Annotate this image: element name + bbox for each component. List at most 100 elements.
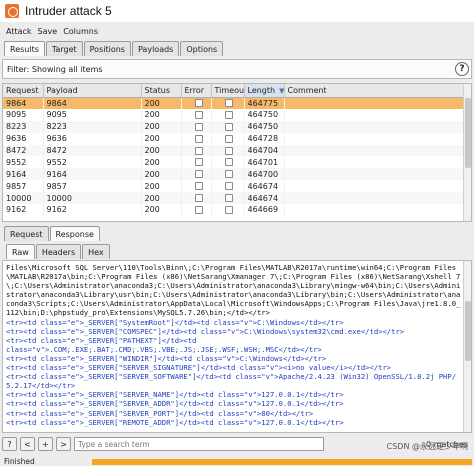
table-row[interactable]: 9864 9864 200 464775 [3, 97, 466, 109]
table-row[interactable]: 9552 9552 200 464701 [3, 156, 466, 169]
status-text: Finished [4, 456, 35, 466]
table-cell-status: 200 [141, 132, 182, 145]
error-checkbox [194, 146, 203, 155]
menu-save[interactable]: Save [38, 27, 58, 36]
table-cell-comment [284, 180, 466, 193]
response-scroll-thumb[interactable] [465, 301, 471, 361]
table-cell-length: 464750 [244, 108, 285, 121]
tab-raw[interactable]: Raw [6, 244, 35, 259]
column-header-timeout[interactable]: Timeout [211, 84, 245, 98]
timeout-cell [211, 120, 245, 133]
table-cell-request: 8223 [3, 120, 44, 133]
timeout-checkbox [224, 99, 233, 108]
search-help-button[interactable]: ? [2, 437, 17, 451]
timeout-cell [211, 204, 245, 216]
filter-text: Filter: Showing all items [7, 64, 103, 74]
results-scrollbar[interactable] [463, 84, 471, 221]
menu-bar: Attack Save Columns [0, 24, 98, 38]
response-raw-text[interactable]: Files\Microsoft SQL Server\110\Tools\Bin… [3, 261, 471, 427]
results-table: Request Payload Status Error Timeout Len… [2, 83, 472, 222]
table-cell-payload: 8472 [43, 144, 142, 157]
error-checkbox [194, 205, 203, 214]
tab-payloads[interactable]: Payloads [131, 41, 180, 56]
column-header-payload[interactable]: Payload [43, 84, 142, 98]
response-body[interactable]: Files\Microsoft SQL Server\110\Tools\Bin… [2, 260, 472, 433]
table-row[interactable]: 9095 9095 200 464750 [3, 108, 466, 121]
table-row[interactable]: 8223 8223 200 464750 [3, 120, 466, 133]
table-header-row: Request Payload Status Error Timeout Len… [3, 84, 466, 98]
search-add-button[interactable]: + [38, 437, 53, 451]
intruder-window: Intruder attack 5 Attack Save Columns Re… [0, 0, 474, 466]
table-cell-length: 464674 [244, 180, 285, 193]
table-cell-payload: 9164 [43, 168, 142, 181]
results-scroll-thumb[interactable] [465, 98, 471, 168]
timeout-cell [211, 168, 245, 181]
error-cell [181, 204, 212, 216]
tab-positions[interactable]: Positions [83, 41, 131, 56]
column-header-status[interactable]: Status [141, 84, 182, 98]
tab-results[interactable]: Results [4, 41, 45, 56]
response-line: class="v">.COM;.EXE;.BAT;.CMD;.VBS;.VBE;… [6, 344, 322, 354]
table-cell-status: 200 [141, 144, 182, 157]
table-cell-status: 200 [141, 156, 182, 169]
table-cell-request: 9162 [3, 204, 44, 216]
table-cell-request: 8472 [3, 144, 44, 157]
timeout-cell [211, 144, 245, 157]
timeout-checkbox [224, 122, 233, 131]
table-cell-comment [284, 120, 466, 133]
response-scrollbar[interactable] [463, 261, 471, 432]
tab-response[interactable]: Response [49, 226, 100, 241]
table-row[interactable]: 9636 9636 200 464728 [3, 132, 466, 145]
sort-descending-icon: ▼ [279, 86, 284, 95]
timeout-cell [211, 132, 245, 145]
timeout-cell [211, 180, 245, 193]
table-cell-status: 200 [141, 97, 182, 109]
request-response-tabs: Request Response [4, 226, 100, 241]
table-row[interactable]: 9857 9857 200 464674 [3, 180, 466, 193]
response-line: <tr><td class="e">_SERVER["SERVER_NAME"]… [6, 390, 344, 400]
table-cell-length: 464750 [244, 120, 285, 133]
tab-options[interactable]: Options [180, 41, 224, 56]
search-next-button[interactable]: > [56, 437, 71, 451]
menu-attack[interactable]: Attack [6, 27, 32, 36]
error-cell [181, 108, 212, 121]
error-checkbox [194, 122, 203, 131]
window-title: Intruder attack 5 [25, 4, 112, 18]
table-cell-length: 464704 [244, 144, 285, 157]
column-header-length[interactable]: Length ▼ [244, 84, 285, 98]
search-input[interactable] [74, 437, 324, 451]
attack-progress-bar [92, 459, 472, 465]
timeout-checkbox [224, 146, 233, 155]
table-cell-request: 10000 [3, 192, 44, 205]
table-row[interactable]: 9164 9164 200 464700 [3, 168, 466, 181]
column-header-error[interactable]: Error [181, 84, 212, 98]
table-row[interactable]: 10000 10000 200 464674 [3, 192, 466, 205]
attack-progress-fill [92, 459, 472, 465]
table-cell-payload: 8223 [43, 120, 142, 133]
timeout-checkbox [224, 170, 233, 179]
table-cell-comment [284, 192, 466, 205]
response-line: <tr><td class="e">_SERVER["SERVER_SIGNAT… [6, 363, 392, 373]
view-tabs: Raw Headers Hex [6, 244, 110, 259]
table-cell-payload: 9857 [43, 180, 142, 193]
tab-request[interactable]: Request [4, 226, 49, 241]
table-row[interactable]: 8472 8472 200 464704 [3, 144, 466, 157]
response-line: <tr><td class="e">_SERVER["SERVER_SOFTWA… [6, 372, 457, 391]
table-cell-comment [284, 168, 466, 181]
error-checkbox [194, 99, 203, 108]
table-cell-length: 464775 [244, 97, 285, 109]
menu-columns[interactable]: Columns [63, 27, 98, 36]
column-header-request[interactable]: Request [3, 84, 44, 98]
search-previous-button[interactable]: < [20, 437, 35, 451]
table-row[interactable]: 9162 9162 200 464669 [3, 204, 466, 216]
table-cell-comment [284, 132, 466, 145]
response-line: <tr><td class="e">_SERVER["REMOTE_ADDR"]… [6, 417, 344, 427]
filter-help-icon[interactable]: ? [455, 62, 469, 76]
tab-headers[interactable]: Headers [35, 244, 82, 259]
error-cell [181, 120, 212, 133]
column-header-comment[interactable]: Comment [284, 84, 466, 98]
filter-bar[interactable]: Filter: Showing all items ? [2, 59, 472, 79]
tab-hex[interactable]: Hex [82, 244, 110, 259]
tab-target[interactable]: Target [45, 41, 83, 56]
error-checkbox [194, 194, 203, 203]
